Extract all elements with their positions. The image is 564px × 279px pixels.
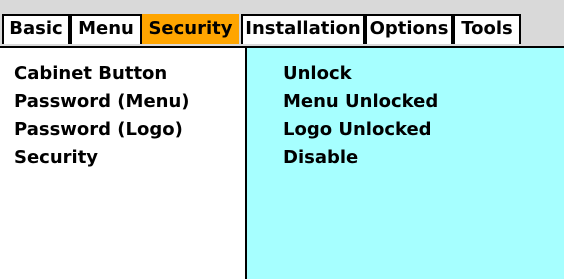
tab-menu[interactable]: Menu xyxy=(70,14,142,44)
setting-label-cabinet-button: Cabinet Button xyxy=(14,63,168,84)
tab-options[interactable]: Options xyxy=(365,14,453,44)
tab-installation[interactable]: Installation xyxy=(241,14,365,44)
setting-value-cabinet-button[interactable]: Unlock xyxy=(283,60,352,88)
tab-security[interactable]: Security xyxy=(142,14,239,44)
tab-tools[interactable]: Tools xyxy=(453,14,521,44)
setting-label-password-menu: Password (Menu) xyxy=(14,91,190,112)
setting-label-security: Security xyxy=(14,147,99,168)
tab-basic[interactable]: Basic xyxy=(2,14,70,44)
menu-tab-bar: Basic Menu Security Installation Options… xyxy=(0,0,564,48)
settings-label-list: Cabinet Button Password (Menu) Password … xyxy=(14,60,190,172)
setting-value-security[interactable]: Disable xyxy=(283,144,358,172)
setting-label-password-logo: Password (Logo) xyxy=(14,119,183,140)
projector-osd-menu: Basic Menu Security Installation Options… xyxy=(0,0,564,279)
security-settings-panel: Cabinet Button Password (Menu) Password … xyxy=(0,48,564,279)
setting-value-password-menu[interactable]: Menu Unlocked xyxy=(283,88,438,116)
settings-value-panel: Unlock Menu Unlocked Logo Unlocked Disab… xyxy=(245,48,564,279)
setting-value-password-logo[interactable]: Logo Unlocked xyxy=(283,116,432,144)
